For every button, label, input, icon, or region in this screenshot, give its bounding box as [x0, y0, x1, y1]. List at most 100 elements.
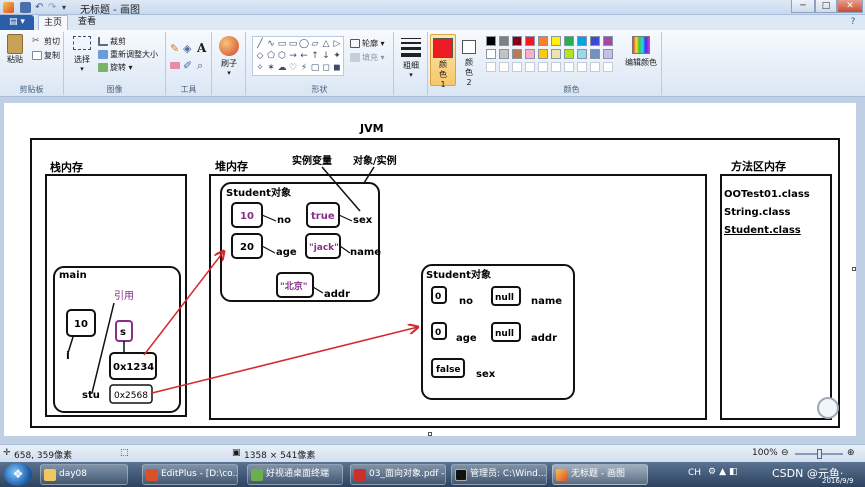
- rotate-button[interactable]: 旋转 ▾: [98, 62, 133, 73]
- tab-home[interactable]: 主页: [38, 15, 68, 30]
- color2-button[interactable]: 颜色 2: [458, 34, 480, 88]
- tray-icons[interactable]: ⚙▲◧: [708, 467, 741, 477]
- outline-button[interactable]: 轮廓 ▾: [350, 38, 385, 49]
- resize-handle-right[interactable]: [852, 267, 856, 271]
- color-swatch[interactable]: [577, 49, 587, 59]
- paste-button[interactable]: 粘贴: [4, 34, 26, 65]
- copy-button[interactable]: 复制: [32, 50, 60, 61]
- color-swatch[interactable]: [486, 36, 496, 46]
- shape-option-icon[interactable]: ⬠: [266, 51, 276, 61]
- color-swatch[interactable]: [525, 36, 535, 46]
- shape-option-icon[interactable]: ↓: [321, 51, 331, 61]
- edit-colors-button[interactable]: 编辑颜色: [622, 36, 660, 68]
- custom-color-slot[interactable]: [577, 62, 587, 72]
- maximize-button[interactable]: □: [815, 0, 837, 13]
- taskbar-item-pdf[interactable]: 03_面向对象.pdf -...: [350, 464, 446, 485]
- color-swatch[interactable]: [577, 36, 587, 46]
- system-date[interactable]: 2016/9/9: [822, 477, 853, 485]
- text-tool[interactable]: A: [197, 41, 206, 55]
- shape-option-icon[interactable]: ✧: [255, 63, 265, 73]
- size-button[interactable]: 粗细 ▾: [398, 38, 424, 79]
- shape-option-icon[interactable]: ←: [299, 51, 309, 61]
- shape-option-icon[interactable]: ◇: [255, 51, 265, 61]
- color-swatch[interactable]: [512, 36, 522, 46]
- color-swatch[interactable]: [486, 49, 496, 59]
- taskbar-item-day08[interactable]: day08: [40, 464, 128, 485]
- color-swatch[interactable]: [499, 49, 509, 59]
- help-icon[interactable]: ?: [846, 15, 860, 30]
- taskbar-item-cmd[interactable]: 管理员: C:\Wind...: [451, 464, 547, 485]
- paint-app-icon[interactable]: [3, 2, 14, 13]
- language-indicator[interactable]: CH: [688, 468, 701, 478]
- custom-color-slot[interactable]: [551, 62, 561, 72]
- custom-color-slot[interactable]: [538, 62, 548, 72]
- shape-option-icon[interactable]: ◻: [321, 63, 331, 73]
- shape-gallery[interactable]: ╱ ∿ ▭ ▭ ◯ ▱ △ ▷ ◇ ⬠ ⬡ → ← ↑ ↓ ✦ ✧ ✶ ☁ ♡ ⚡ ▢ ◻ ◼: [252, 36, 344, 76]
- zoom-in-button[interactable]: ⊕: [847, 448, 855, 458]
- shape-option-icon[interactable]: ✦: [332, 51, 342, 61]
- undo-icon[interactable]: ↶: [35, 2, 46, 13]
- shape-option-icon[interactable]: ▭: [288, 39, 298, 49]
- color-swatch[interactable]: [603, 36, 613, 46]
- cut-button[interactable]: ✂ 剪切: [32, 36, 60, 47]
- brushes-button[interactable]: 刷子 ▾: [216, 36, 242, 77]
- shape-option-icon[interactable]: ▱: [310, 39, 320, 49]
- color-swatch[interactable]: [538, 36, 548, 46]
- resize-handle-bottom[interactable]: [428, 432, 432, 436]
- shape-option-icon[interactable]: ♡: [288, 63, 298, 73]
- shape-option-icon[interactable]: ∿: [266, 39, 276, 49]
- zoom-slider[interactable]: [795, 449, 843, 459]
- color-swatch[interactable]: [590, 36, 600, 46]
- shape-option-icon[interactable]: ▭: [277, 39, 287, 49]
- shape-option-icon[interactable]: →: [288, 51, 298, 61]
- taskbar-item-videoconf[interactable]: 好视通桌面终端: [247, 464, 343, 485]
- select-button[interactable]: 选择 ▾: [70, 36, 94, 73]
- color-swatch[interactable]: [551, 36, 561, 46]
- color-swatch[interactable]: [564, 36, 574, 46]
- color-swatch[interactable]: [590, 49, 600, 59]
- custom-color-slot[interactable]: [564, 62, 574, 72]
- color-swatch[interactable]: [603, 49, 613, 59]
- color-swatch[interactable]: [538, 49, 548, 59]
- brushes-dropdown-icon[interactable]: ▾: [216, 69, 242, 77]
- save-icon[interactable]: [20, 2, 31, 13]
- shape-option-icon[interactable]: △: [321, 39, 331, 49]
- shape-option-icon[interactable]: ◼: [332, 63, 342, 73]
- taskbar-item-paint[interactable]: 无标题 - 画图: [552, 464, 648, 485]
- select-dropdown-icon[interactable]: ▾: [70, 65, 94, 73]
- size-dropdown-icon[interactable]: ▾: [398, 71, 424, 79]
- custom-color-slot[interactable]: [486, 62, 496, 72]
- close-button[interactable]: ✕: [837, 0, 863, 13]
- fill-tool[interactable]: ◈: [183, 42, 191, 55]
- start-button[interactable]: ❖: [4, 463, 32, 486]
- pencil-tool[interactable]: ✎: [170, 42, 179, 55]
- drawing-canvas[interactable]: JVM 栈内存 main 10 i 引用 s 0x1234 stu 0x2568…: [4, 103, 856, 436]
- customize-quick-access-icon[interactable]: ▾: [62, 2, 73, 13]
- color1-button[interactable]: 颜色 1: [430, 34, 456, 89]
- shape-option-icon[interactable]: ↑: [310, 51, 320, 61]
- eraser-tool[interactable]: [170, 62, 180, 69]
- color-swatch[interactable]: [525, 49, 535, 59]
- fill-button[interactable]: 填充 ▾: [350, 52, 385, 63]
- custom-color-slot[interactable]: [525, 62, 535, 72]
- file-menu-button[interactable]: ▤ ▾: [0, 15, 34, 30]
- tab-view[interactable]: 查看: [72, 15, 102, 30]
- shape-option-icon[interactable]: ☁: [277, 63, 287, 73]
- custom-color-slot[interactable]: [512, 62, 522, 72]
- color-swatch[interactable]: [499, 36, 509, 46]
- minimize-button[interactable]: ─: [791, 0, 815, 13]
- shape-option-icon[interactable]: ╱: [255, 39, 265, 49]
- shape-option-icon[interactable]: ✶: [266, 63, 276, 73]
- custom-color-slot[interactable]: [499, 62, 509, 72]
- resize-button[interactable]: 重新调整大小: [98, 49, 158, 60]
- custom-color-slot[interactable]: [590, 62, 600, 72]
- custom-color-slot[interactable]: [603, 62, 613, 72]
- shape-option-icon[interactable]: ▷: [332, 39, 342, 49]
- color-picker-tool[interactable]: ✐: [183, 59, 192, 72]
- shape-option-icon[interactable]: ⬡: [277, 51, 287, 61]
- color-swatch[interactable]: [512, 49, 522, 59]
- zoom-out-button[interactable]: ⊖: [781, 448, 789, 458]
- shape-option-icon[interactable]: ⚡: [299, 63, 309, 73]
- redo-icon[interactable]: ↷: [48, 2, 59, 13]
- taskbar-item-editplus[interactable]: EditPlus - [D:\co...: [142, 464, 238, 485]
